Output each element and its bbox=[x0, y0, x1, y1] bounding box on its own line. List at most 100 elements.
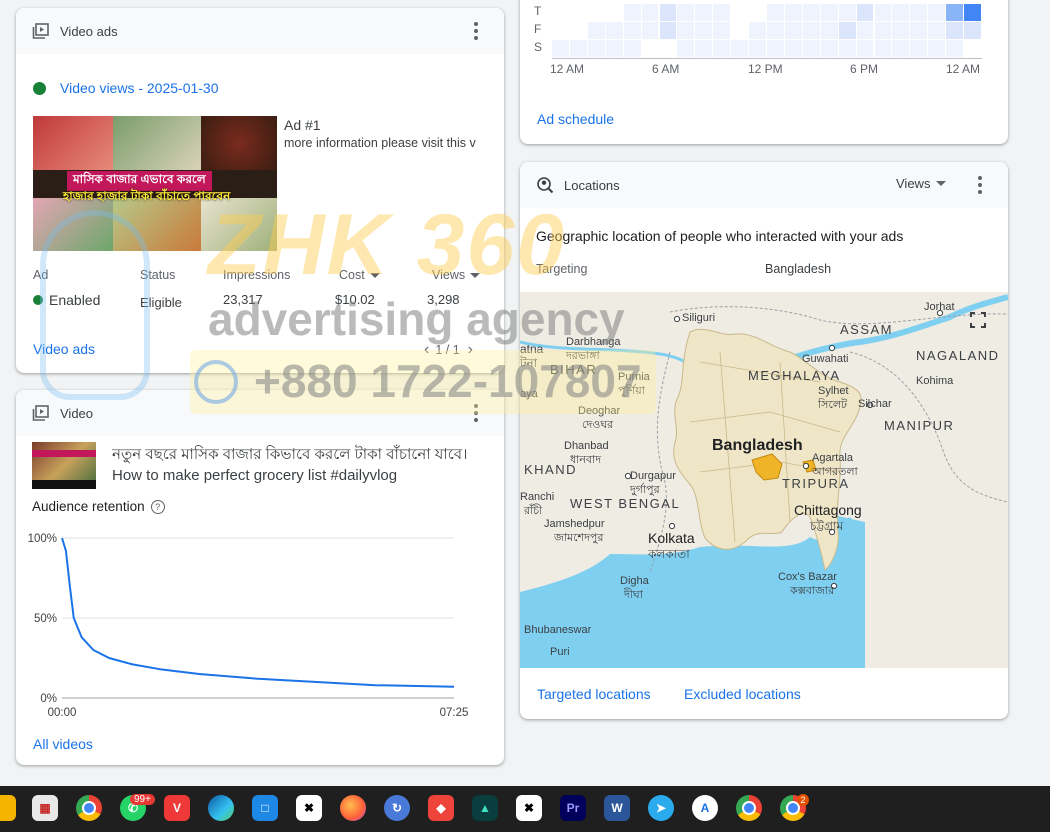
app-icon[interactable]: ▦ bbox=[32, 795, 58, 821]
retention-label: Audience retention bbox=[32, 499, 145, 514]
heatmap-cell bbox=[587, 40, 605, 57]
col-header-impressions[interactable]: Impressions bbox=[223, 268, 290, 282]
more-options-icon[interactable] bbox=[978, 176, 982, 194]
locations-card-title: Locations bbox=[564, 177, 620, 193]
heatmap-cell bbox=[677, 40, 695, 57]
all-videos-link[interactable]: All videos bbox=[33, 736, 93, 752]
heatmap-cell bbox=[569, 22, 587, 39]
video-ads-link[interactable]: Video ads bbox=[33, 341, 95, 357]
ad-thumbnail[interactable]: মাসিক বাজার এভাবে করলে হাজার হাজার টাকা … bbox=[33, 116, 277, 251]
views-dropdown[interactable]: Views bbox=[896, 176, 947, 191]
map-label-bhubaneswar: Bhubaneswar bbox=[524, 624, 592, 636]
targeted-locations-link[interactable]: Targeted locations bbox=[537, 686, 651, 702]
col-header-cost[interactable]: Cost bbox=[339, 268, 380, 282]
edge-icon[interactable] bbox=[208, 795, 234, 821]
more-options-icon[interactable] bbox=[474, 404, 478, 422]
x-tick-label: 00:00 bbox=[48, 707, 77, 719]
heatmap-cell bbox=[641, 22, 659, 39]
fullscreen-icon[interactable] bbox=[970, 312, 986, 328]
heatmap-cell bbox=[946, 4, 964, 21]
excluded-locations-link[interactable]: Excluded locations bbox=[684, 686, 801, 702]
map-label-darbhanga-bn: দরভাঙ্গা bbox=[566, 350, 600, 362]
heatmap-cell bbox=[856, 4, 874, 21]
targeting-label: Targeting bbox=[536, 262, 588, 276]
firefox-icon[interactable] bbox=[340, 795, 366, 821]
heatmap-cell bbox=[659, 40, 677, 57]
col-header-views[interactable]: Views bbox=[432, 268, 481, 282]
thumbnail-caption-2: হাজার হাজার টাকা বাঁচাতে পারবেন bbox=[63, 189, 231, 203]
heatmap-cell bbox=[623, 40, 641, 57]
telegram-icon[interactable]: ➤ bbox=[648, 795, 674, 821]
heatmap-cell bbox=[838, 40, 856, 57]
heatmap-cell bbox=[641, 40, 659, 57]
metric-title-row: Video views - 2025-01-30 bbox=[33, 80, 219, 96]
sync-icon[interactable]: ↻ bbox=[384, 795, 410, 821]
location-map[interactable]: Bangladesh ASSAM MEGHALAYA NAGALAND MANI… bbox=[520, 292, 1008, 668]
heatmap-cell bbox=[964, 4, 981, 21]
heatmap-cell bbox=[713, 22, 731, 39]
prev-page-icon[interactable]: ‹ bbox=[424, 341, 429, 359]
metric-title-link[interactable]: Video views - 2025-01-30 bbox=[60, 80, 219, 96]
ad-schedule-card: T F S 12 AM 6 AM 12 PM 6 PM 12 AM Ad sch… bbox=[520, 0, 1008, 144]
file-explorer-icon[interactable] bbox=[0, 795, 16, 821]
heatmap-cell bbox=[910, 40, 928, 57]
map-label-assam: ASSAM bbox=[840, 322, 894, 337]
filmora-icon[interactable]: ▲ bbox=[472, 795, 498, 821]
next-page-icon[interactable]: › bbox=[468, 341, 473, 359]
col-header-status: Status bbox=[140, 268, 176, 282]
y-tick-label: 0% bbox=[40, 693, 57, 705]
hour-label-3: 6 PM bbox=[850, 62, 879, 76]
chrome-icon[interactable] bbox=[76, 795, 102, 821]
heatmap-cell bbox=[605, 22, 623, 39]
app-store-icon[interactable]: A bbox=[692, 795, 718, 821]
video-title-bengali: নতুন বছরে মাসিক বাজার কিভাবে করলে টাকা ব… bbox=[112, 446, 468, 463]
heatmap-cell bbox=[802, 40, 820, 57]
heatmap-cell bbox=[749, 4, 766, 21]
map-label-guwahati: Guwahati bbox=[802, 353, 849, 365]
map-label-chittagong-bn: চট্টগ্রাম bbox=[810, 519, 844, 533]
y-tick-label: 100% bbox=[28, 533, 57, 545]
map-label-agartala-bn: আগরতলা bbox=[812, 466, 858, 478]
cost-cell: $10.02 bbox=[335, 292, 375, 307]
locations-card: Locations Views Geographic location of p… bbox=[520, 162, 1008, 719]
ad-description: more information please visit this v bbox=[284, 136, 476, 150]
chrome-profile-icon[interactable] bbox=[736, 795, 762, 821]
map-label-bangladesh: Bangladesh bbox=[712, 437, 803, 454]
ad-status-cell: Enabled bbox=[33, 292, 100, 308]
heatmap-cell bbox=[569, 40, 587, 57]
heatmap-cell bbox=[749, 22, 766, 39]
heatmap-axis-line bbox=[552, 58, 982, 59]
video-thumbnail[interactable] bbox=[32, 442, 96, 489]
map-label-purnia-bn: পূর্ণিয়া bbox=[618, 385, 645, 397]
ad-schedule-link[interactable]: Ad schedule bbox=[537, 111, 614, 127]
heatmap-cell bbox=[820, 4, 838, 21]
video-ads-card-title: Video ads bbox=[60, 23, 118, 39]
heatmap-cell bbox=[659, 22, 677, 39]
heatmap-cell bbox=[767, 4, 784, 21]
capcut-alt-icon[interactable]: ✖ bbox=[516, 795, 542, 821]
heatmap-cell bbox=[587, 22, 605, 39]
vivaldi-icon[interactable]: V bbox=[164, 795, 190, 821]
more-options-icon[interactable] bbox=[474, 22, 478, 40]
schedule-heatmap bbox=[552, 4, 982, 58]
map-label-patna: atna bbox=[520, 342, 544, 356]
impressions-cell: 23,317 bbox=[223, 292, 263, 307]
heatmap-cell bbox=[641, 4, 659, 21]
capcut-icon[interactable]: ✖ bbox=[296, 795, 322, 821]
premiere-icon[interactable]: Pr bbox=[560, 795, 586, 821]
anydesk-icon[interactable]: ◆ bbox=[428, 795, 454, 821]
map-label-siliguri: Siliguri bbox=[682, 312, 716, 324]
video-card-header: Video bbox=[16, 390, 504, 436]
map-label-kolkata: Kolkata bbox=[648, 530, 695, 546]
store-icon[interactable]: □ bbox=[252, 795, 278, 821]
heatmap-cell bbox=[910, 22, 928, 39]
map-label-west-bengal: WEST BENGAL bbox=[570, 496, 681, 511]
help-icon[interactable]: ? bbox=[150, 499, 165, 514]
heatmap-cell bbox=[946, 22, 964, 39]
retention-line bbox=[61, 537, 455, 688]
map-label-ranchi-bn: রাঁচী bbox=[524, 505, 543, 517]
day-label-f: F bbox=[534, 22, 542, 36]
chrome-badge: 2 bbox=[797, 794, 809, 806]
heatmap-cell bbox=[623, 22, 641, 39]
word-icon[interactable]: W bbox=[604, 795, 630, 821]
